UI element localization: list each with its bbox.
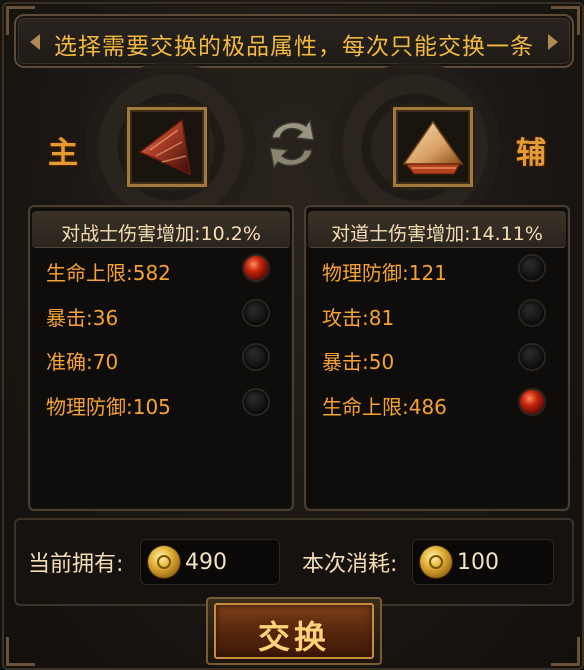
cost-amount-box: 100 — [412, 539, 554, 585]
aux-special-attribute: 对道士伤害增加:14.11% — [331, 223, 543, 245]
title-right-arrow-icon — [548, 34, 558, 50]
owned-amount: 490 — [185, 550, 227, 575]
radio-selected-icon[interactable] — [244, 256, 268, 280]
radio-icon[interactable] — [520, 345, 544, 369]
instruction-title: 选择需要交换的极品属性，每次只能交换一条 — [54, 34, 534, 60]
radio-icon[interactable] — [244, 345, 268, 369]
attr-option[interactable]: 攻击:81 — [322, 299, 556, 330]
radio-icon[interactable] — [244, 301, 268, 325]
main-item-slot[interactable] — [127, 107, 207, 187]
aux-attribute-panel: 对道士伤害增加:14.11% 物理防御:121 攻击:81 暴击:50 生命上限… — [304, 205, 570, 511]
attr-option[interactable]: 准确:70 — [46, 343, 280, 374]
aux-label: 辅 — [516, 136, 546, 171]
exchange-button[interactable]: 交换 — [214, 603, 374, 659]
radio-icon[interactable] — [520, 256, 544, 280]
attr-label: 暴击:50 — [322, 350, 395, 374]
main-label: 主 — [48, 136, 78, 171]
attr-option[interactable]: 物理防御:121 — [322, 254, 556, 285]
main-special-attribute: 对战士伤害增加:10.2% — [61, 223, 261, 245]
gold-pyramid-shard-icon — [402, 120, 464, 175]
exchange-window: 选择需要交换的极品属性，每次只能交换一条 主 辅 对战士伤害增加:10.2% 生… — [0, 0, 584, 670]
attr-option[interactable]: 物理防御:105 — [46, 388, 280, 419]
main-attribute-panel: 对战士伤害增加:10.2% 生命上限:582 暴击:36 准确:70 物理防御:… — [28, 205, 294, 511]
radio-icon[interactable] — [520, 301, 544, 325]
owned-amount-box: 490 — [140, 539, 280, 585]
attr-label: 攻击:81 — [322, 306, 395, 330]
attr-label: 准确:70 — [46, 350, 119, 374]
attr-label: 生命上限:486 — [322, 395, 447, 419]
attr-option[interactable]: 生命上限:486 — [322, 388, 556, 419]
aux-panel-header: 对道士伤害增加:14.11% — [308, 211, 566, 248]
attr-label: 物理防御:105 — [46, 395, 171, 419]
radio-selected-icon[interactable] — [520, 390, 544, 414]
attr-option[interactable]: 暴击:36 — [46, 299, 280, 330]
attr-label: 物理防御:121 — [322, 261, 447, 285]
attr-option[interactable]: 暴击:50 — [322, 343, 556, 374]
title-bar: 选择需要交换的极品属性，每次只能交换一条 — [14, 14, 574, 68]
attr-label: 生命上限:582 — [46, 261, 171, 285]
owned-label: 当前拥有: — [28, 552, 124, 577]
red-triangle-shard-icon — [138, 118, 191, 176]
gold-coin-icon — [420, 546, 452, 578]
attr-label: 暴击:36 — [46, 306, 119, 330]
aux-item-slot[interactable] — [393, 107, 473, 187]
main-panel-header: 对战士伤害增加:10.2% — [32, 211, 290, 248]
cost-label: 本次消耗: — [302, 552, 398, 577]
gold-coin-icon — [148, 546, 180, 578]
exchange-button-label: 交换 — [257, 618, 330, 656]
frame-corner — [551, 637, 580, 666]
radio-icon[interactable] — [244, 390, 268, 414]
attr-option[interactable]: 生命上限:582 — [46, 254, 280, 285]
cost-amount: 100 — [457, 550, 499, 575]
frame-corner — [6, 637, 35, 666]
swap-arrows-icon — [269, 118, 315, 170]
